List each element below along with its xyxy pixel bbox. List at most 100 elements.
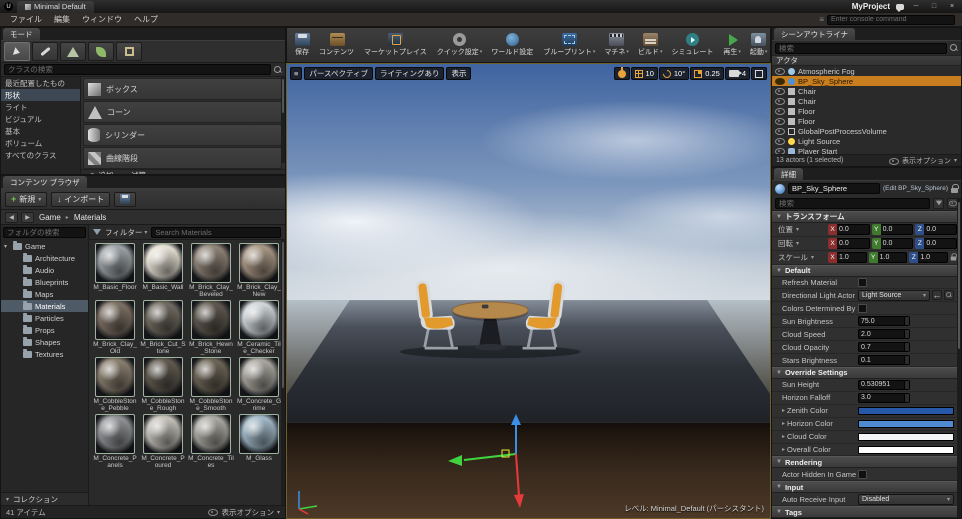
outliner-actor-row[interactable]: Floor <box>772 106 961 116</box>
folder-tree-item[interactable]: Architecture <box>1 252 88 264</box>
toolbar-button[interactable]: マーケットプレイス <box>360 31 432 59</box>
foliage-mode-button[interactable] <box>88 42 114 61</box>
horizon-falloff-input[interactable]: 3.0 <box>858 392 910 403</box>
scale-lock-icon[interactable] <box>950 253 958 261</box>
asset-tile[interactable]: M_Concrete_Grime <box>236 357 282 412</box>
rotation-snap-button[interactable]: 10° <box>658 67 690 80</box>
colors-determined-checkbox[interactable] <box>858 303 867 313</box>
asset-tile[interactable]: M_Concrete_Poured <box>140 414 186 469</box>
menu-help[interactable]: ヘルプ <box>128 14 164 25</box>
outliner-column-header[interactable]: アクタ <box>772 55 961 66</box>
toolbar-button[interactable]: マチネ ▾ <box>600 31 633 59</box>
minimize-button[interactable]: ─ <box>910 3 922 10</box>
transform-gizmo[interactable] <box>446 413 526 509</box>
forward-button[interactable]: ▶ <box>21 211 34 223</box>
overall-color-swatch[interactable] <box>858 445 954 454</box>
breadcrumb-materials[interactable]: Materials <box>72 213 108 222</box>
rotation-y-input[interactable]: 0.0 <box>880 237 914 249</box>
horizon-color-swatch[interactable] <box>858 419 954 428</box>
placeable-shape-item[interactable]: 曲線階段 <box>83 147 282 169</box>
folder-tree-item[interactable]: Audio <box>1 264 88 276</box>
details-search-input[interactable] <box>775 197 930 209</box>
section-input[interactable]: ▼ Input <box>772 481 961 494</box>
outliner-search-input[interactable] <box>775 42 947 54</box>
folder-tree-item[interactable]: Materials <box>1 300 88 312</box>
scale-x-input[interactable]: 1.0 <box>837 251 867 263</box>
scale-snap-button[interactable]: 0.25 <box>690 67 724 80</box>
maximize-viewport-button[interactable] <box>751 67 767 80</box>
location-x-input[interactable]: 0.0 <box>837 223 870 235</box>
placement-category-item[interactable]: ビジュアル <box>1 113 80 125</box>
class-search-input[interactable] <box>4 64 271 75</box>
cloud-speed-input[interactable]: 2.0 <box>858 329 910 340</box>
visibility-eye-icon[interactable] <box>775 107 785 115</box>
toolbar-button[interactable]: ワールド設定 <box>487 31 538 59</box>
visibility-eye-icon[interactable] <box>775 137 785 145</box>
visibility-eye-icon[interactable] <box>775 117 785 125</box>
placement-category-item[interactable]: ライト <box>1 101 80 113</box>
visibility-eye-icon[interactable] <box>775 127 785 135</box>
details-scrollbar[interactable] <box>957 198 961 518</box>
folder-tree-item[interactable]: Blueprints <box>1 276 88 288</box>
asset-tile[interactable]: M_Concrete_Tiles <box>188 414 234 469</box>
breadcrumb-game[interactable]: Game <box>37 213 63 222</box>
viewport-options-button[interactable]: ≡ <box>290 67 303 80</box>
outliner-actor-row[interactable]: Floor <box>772 116 961 126</box>
save-all-button[interactable] <box>114 191 137 207</box>
toolbar-button[interactable]: シミュレート <box>667 31 718 59</box>
landscape-mode-button[interactable] <box>60 42 86 61</box>
placeable-shape-item[interactable]: シリンダー <box>83 124 282 146</box>
asset-tile[interactable]: M_Glass <box>236 414 282 469</box>
visibility-eye-icon[interactable] <box>775 77 785 85</box>
asset-tile[interactable]: M_Basic_Wall <box>140 243 186 298</box>
sun-brightness-input[interactable]: 75.0 <box>858 316 910 327</box>
outliner-actor-row[interactable]: Player Start <box>772 146 961 154</box>
maximize-button[interactable]: □ <box>928 3 940 10</box>
placement-category-item[interactable]: すべてのクラス <box>1 149 80 161</box>
section-override-settings[interactable]: ▼ Override Settings <box>772 367 961 379</box>
stars-brightness-input[interactable]: 0.1 <box>858 355 910 366</box>
asset-tile[interactable]: M_Brick_Clay_Beveled <box>188 243 234 298</box>
modes-scrollbar[interactable] <box>281 77 285 163</box>
console-command-input[interactable] <box>827 14 955 25</box>
placeable-shape-item[interactable]: コーン <box>83 101 282 123</box>
paint-mode-button[interactable] <box>32 42 58 61</box>
tab-content-browser[interactable]: コンテンツ ブラウザ <box>3 176 87 188</box>
rotation-z-input[interactable]: 0.0 <box>924 237 958 249</box>
section-tags[interactable]: ▼ Tags <box>772 506 961 518</box>
section-default[interactable]: ▼ Default <box>772 264 961 277</box>
surface-snap-button[interactable] <box>613 66 630 80</box>
back-button[interactable]: ◀ <box>5 211 18 223</box>
asset-tile[interactable]: M_Brick_Cut_Stone <box>140 300 186 355</box>
geometry-mode-button[interactable] <box>116 42 142 61</box>
placement-category-item[interactable]: 形状 <box>1 89 80 101</box>
browse-asset-button[interactable] <box>944 290 954 301</box>
asset-grid-scrollbar[interactable] <box>281 240 285 505</box>
toolbar-button[interactable]: コンテンツ <box>315 31 359 59</box>
cloud-opacity-input[interactable]: 0.7 <box>858 342 910 353</box>
view-options-button[interactable]: 表示オプション ▾ <box>888 156 957 166</box>
new-asset-button[interactable]: + 新規 ▾ <box>5 191 48 207</box>
feedback-icon[interactable] <box>896 3 904 12</box>
folder-tree-item[interactable]: Props <box>1 324 88 336</box>
zenith-color-swatch[interactable] <box>858 406 954 415</box>
asset-tile[interactable]: M_Brick_Clay_Old <box>92 300 138 355</box>
tab-scene-outliner[interactable]: シーンアウトライナ <box>774 28 855 40</box>
asset-tile[interactable]: M_Brick_Hewn_Stone <box>188 300 234 355</box>
property-filter-button[interactable] <box>933 197 944 209</box>
expander-icon[interactable]: ▾ <box>4 243 10 250</box>
folder-tree-item[interactable]: Shapes <box>1 336 88 348</box>
placeable-shape-item[interactable]: ボックス <box>83 78 282 100</box>
toolbar-button[interactable]: クイック設定 ▾ <box>433 31 487 59</box>
visibility-eye-icon[interactable] <box>775 87 785 95</box>
asset-tile[interactable]: M_CobbleStone_Pebble <box>92 357 138 412</box>
asset-tile[interactable]: M_CobbleStone_Rough <box>140 357 186 412</box>
outliner-actor-row[interactable]: Chair <box>772 96 961 106</box>
visibility-eye-icon[interactable] <box>775 97 785 105</box>
refresh-material-checkbox[interactable] <box>858 278 867 288</box>
folder-tree-item[interactable]: Maps <box>1 288 88 300</box>
perspective-button[interactable]: パースペクティブ <box>304 67 374 80</box>
placement-category-item[interactable]: ボリューム <box>1 137 80 149</box>
outliner-actor-row[interactable]: GlobalPostProcessVolume <box>772 126 961 136</box>
tab-details[interactable]: 詳細 <box>774 168 803 180</box>
